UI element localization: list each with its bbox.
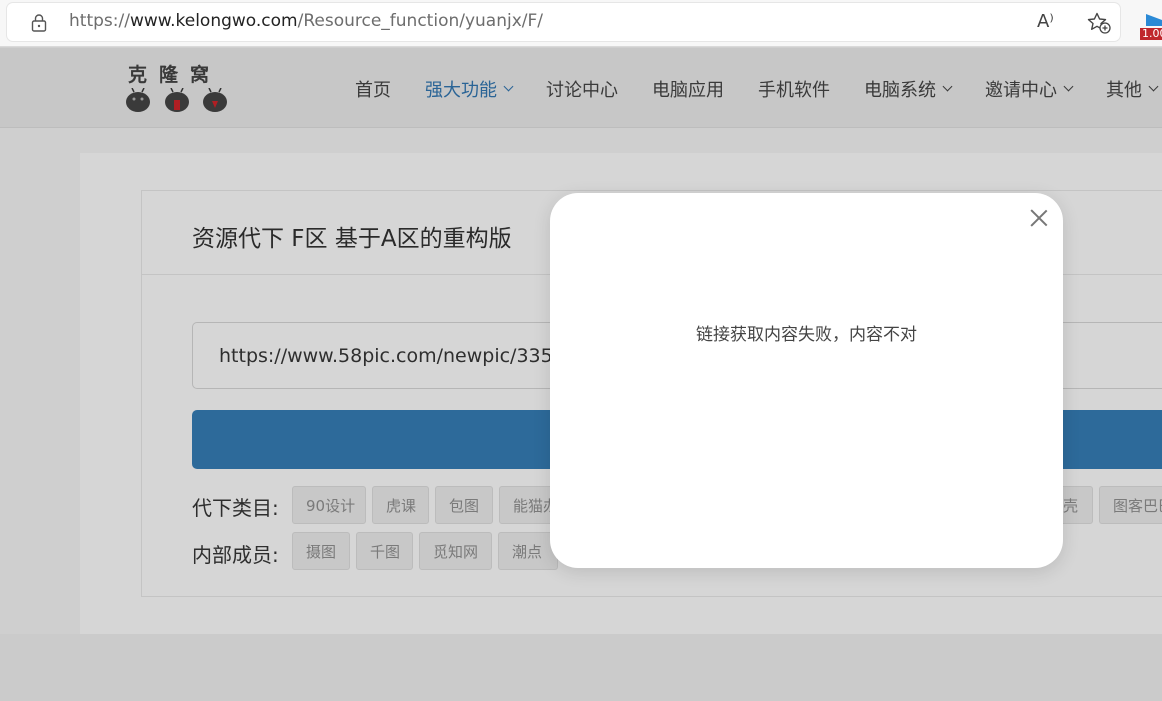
close-icon[interactable]	[1030, 209, 1048, 227]
member-tag[interactable]: 觅知网	[419, 532, 492, 570]
nav-item-invite[interactable]: 邀请中心	[985, 76, 1074, 102]
url-text[interactable]: https://www.kelongwo.com/Resource_functi…	[69, 11, 543, 31]
category-tag[interactable]: 包图	[435, 486, 493, 524]
read-aloud-icon[interactable]: A⁾	[1037, 11, 1054, 32]
nav-item-other[interactable]: 其他	[1106, 76, 1159, 102]
nav-item-pc-system[interactable]: 电脑系统	[864, 76, 953, 102]
chevron-down-icon	[1148, 81, 1159, 92]
nav-item-pc-apps[interactable]: 电脑应用	[652, 76, 724, 102]
nav-item-features[interactable]: 强大功能	[425, 76, 514, 102]
member-tag[interactable]: 潮点	[498, 532, 558, 570]
url-input-value: https://www.58pic.com/newpic/33599	[219, 345, 577, 367]
category-label: 代下类目:	[192, 496, 279, 520]
url-path: /Resource_function/yuanjx/F/	[297, 11, 544, 31]
extension-icon[interactable]: 1.00	[1140, 10, 1162, 40]
browser-address-bar: https://www.kelongwo.com/Resource_functi…	[0, 0, 1162, 47]
chevron-down-icon	[503, 81, 514, 92]
member-tag[interactable]: 千图	[356, 532, 413, 570]
bug-logo-icon	[203, 88, 227, 112]
page-title: 资源代下 F区 基于A区的重构版	[192, 226, 512, 252]
main-nav: 首页 强大功能 讨论中心 电脑应用 手机软件 电脑系统 邀请中心 其他	[355, 76, 1159, 102]
member-label: 内部成员:	[192, 543, 279, 567]
member-tag[interactable]: 摄图	[292, 532, 350, 570]
extension-badge: 1.00	[1142, 27, 1162, 40]
nav-item-mobile-software[interactable]: 手机软件	[758, 76, 830, 102]
bug-logo-icon	[165, 88, 189, 112]
site-header: 克隆窝 首页 强大功能 讨论中心 电脑应用 手机软件 电脑系统 邀请中心 其他	[0, 48, 1162, 128]
url-host: www.kelongwo.com	[129, 11, 298, 31]
chevron-down-icon	[942, 81, 953, 92]
url-box[interactable]: https://www.kelongwo.com/Resource_functi…	[7, 3, 1120, 41]
nav-item-home[interactable]: 首页	[355, 76, 391, 102]
bug-logo-icon	[126, 88, 150, 112]
category-tag[interactable]: 虎课	[372, 486, 429, 524]
chevron-down-icon	[1063, 81, 1074, 92]
add-favorite-icon[interactable]	[1087, 12, 1111, 34]
url-prefix: https://	[69, 11, 130, 31]
dialog-message: 链接获取内容失败，内容不对	[696, 325, 917, 345]
category-tag[interactable]: 90设计	[292, 486, 366, 524]
category-tag[interactable]: 图客巴巴	[1099, 486, 1162, 524]
error-dialog: 链接获取内容失败，内容不对	[550, 193, 1063, 568]
nav-item-discussion[interactable]: 讨论中心	[546, 76, 618, 102]
page-footer-area	[0, 634, 1162, 701]
lock-icon[interactable]	[31, 14, 47, 32]
site-logo[interactable]: 克隆窝	[128, 60, 221, 87]
